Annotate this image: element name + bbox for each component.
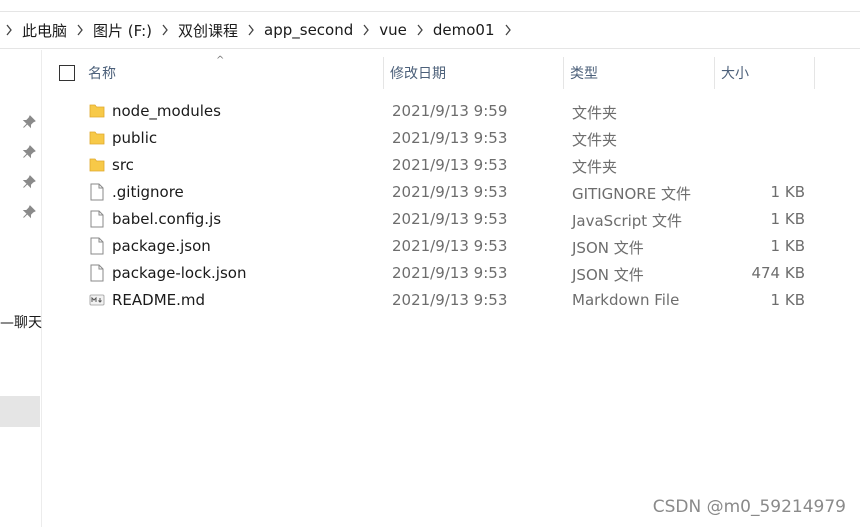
file-type: GITIGNORE 文件	[572, 185, 691, 203]
file-type: 文件夹	[572, 158, 618, 176]
file-modified: 2021/9/13 9:53	[392, 129, 508, 147]
file-modified: 2021/9/13 9:53	[392, 264, 508, 282]
window-top-strip	[0, 0, 860, 12]
column-header-size[interactable]: 大小	[715, 57, 815, 89]
file-icon	[89, 183, 105, 201]
chevron-right-icon[interactable]	[0, 24, 18, 36]
file-type: Markdown File	[572, 291, 680, 309]
file-size: 1 KB	[770, 210, 805, 228]
file-modified: 2021/9/13 9:53	[392, 210, 508, 228]
quick-access-item-chat[interactable]: —聊天	[0, 312, 42, 332]
chevron-right-icon[interactable]	[242, 24, 260, 36]
file-row[interactable]: public 2021/9/13 9:53 文件夹	[42, 125, 860, 152]
file-row[interactable]: src 2021/9/13 9:53 文件夹	[42, 152, 860, 179]
chevron-right-icon[interactable]	[411, 24, 429, 36]
file-icon	[89, 210, 105, 228]
file-list: node_modules 2021/9/13 9:59 文件夹 public 2…	[42, 98, 860, 314]
file-type: JSON 文件	[572, 239, 644, 257]
column-header-name-label: 名称	[88, 66, 116, 82]
breadcrumb-item-app-second[interactable]: app_second	[260, 21, 357, 39]
file-modified: 2021/9/13 9:53	[392, 291, 508, 309]
breadcrumb-item-this-pc[interactable]: 此电脑	[18, 20, 71, 41]
file-row[interactable]: node_modules 2021/9/13 9:59 文件夹	[42, 98, 860, 125]
pin-icon[interactable]	[22, 205, 36, 219]
chevron-right-icon[interactable]	[499, 24, 517, 36]
file-icon	[89, 237, 105, 255]
address-bar[interactable]: 此电脑 图片 (F:) 双创课程 app_second vue demo01	[0, 12, 860, 49]
pin-icon[interactable]	[22, 115, 36, 129]
file-modified: 2021/9/13 9:59	[392, 102, 508, 120]
column-header-type[interactable]: 类型	[564, 57, 715, 89]
breadcrumb: 此电脑 图片 (F:) 双创课程 app_second vue demo01	[0, 12, 517, 48]
file-name: public	[112, 129, 158, 147]
file-name: package-lock.json	[112, 264, 247, 282]
file-type: JSON 文件	[572, 266, 644, 284]
file-type: 文件夹	[572, 131, 618, 149]
folder-icon	[89, 102, 105, 120]
file-modified: 2021/9/13 9:53	[392, 237, 508, 255]
file-name: src	[112, 156, 134, 174]
file-size: 1 KB	[770, 291, 805, 309]
file-name: .gitignore	[112, 183, 184, 201]
file-row[interactable]: babel.config.js 2021/9/13 9:53 JavaScrip…	[42, 206, 860, 233]
file-type: 文件夹	[572, 104, 618, 122]
file-row[interactable]: .gitignore 2021/9/13 9:53 GITIGNORE 文件 1…	[42, 179, 860, 206]
file-icon	[89, 264, 105, 282]
file-row[interactable]: README.md 2021/9/13 9:53 Markdown File 1…	[42, 287, 860, 314]
column-header-modified-label: 修改日期	[390, 66, 446, 82]
file-type: JavaScript 文件	[572, 212, 682, 230]
pin-icon[interactable]	[22, 145, 36, 159]
select-all-checkbox[interactable]	[59, 65, 75, 81]
file-name: node_modules	[112, 102, 221, 120]
chevron-right-icon[interactable]	[357, 24, 375, 36]
folder-icon	[89, 156, 105, 174]
pin-icon[interactable]	[22, 175, 36, 189]
column-header-modified[interactable]: 修改日期	[384, 57, 564, 89]
column-header: ^ 名称 修改日期 类型 大小	[42, 55, 860, 89]
folder-icon	[89, 129, 105, 147]
file-name: README.md	[112, 291, 206, 309]
markdown-file-icon	[89, 291, 105, 309]
watermark: CSDN @m0_59214979	[652, 497, 846, 517]
file-name: babel.config.js	[112, 210, 222, 228]
file-modified: 2021/9/13 9:53	[392, 183, 508, 201]
chevron-right-icon[interactable]	[71, 24, 89, 36]
file-modified: 2021/9/13 9:53	[392, 156, 508, 174]
file-size: 474 KB	[751, 264, 805, 282]
column-header-name[interactable]: 名称	[82, 57, 384, 89]
file-size: 1 KB	[770, 183, 805, 201]
file-size: 1 KB	[770, 237, 805, 255]
breadcrumb-item-vue[interactable]: vue	[375, 21, 411, 39]
breadcrumb-item-demo01[interactable]: demo01	[429, 21, 499, 39]
navigation-pane: —聊天	[0, 50, 42, 527]
column-header-size-label: 大小	[721, 66, 749, 82]
file-row[interactable]: package.json 2021/9/13 9:53 JSON 文件 1 KB	[42, 233, 860, 260]
file-row[interactable]: package-lock.json 2021/9/13 9:53 JSON 文件…	[42, 260, 860, 287]
breadcrumb-item-course[interactable]: 双创课程	[174, 20, 242, 41]
selected-nav-item[interactable]	[0, 396, 40, 427]
breadcrumb-item-drive[interactable]: 图片 (F:)	[89, 20, 156, 41]
column-header-type-label: 类型	[570, 66, 598, 82]
file-name: package.json	[112, 237, 211, 255]
chevron-right-icon[interactable]	[156, 24, 174, 36]
